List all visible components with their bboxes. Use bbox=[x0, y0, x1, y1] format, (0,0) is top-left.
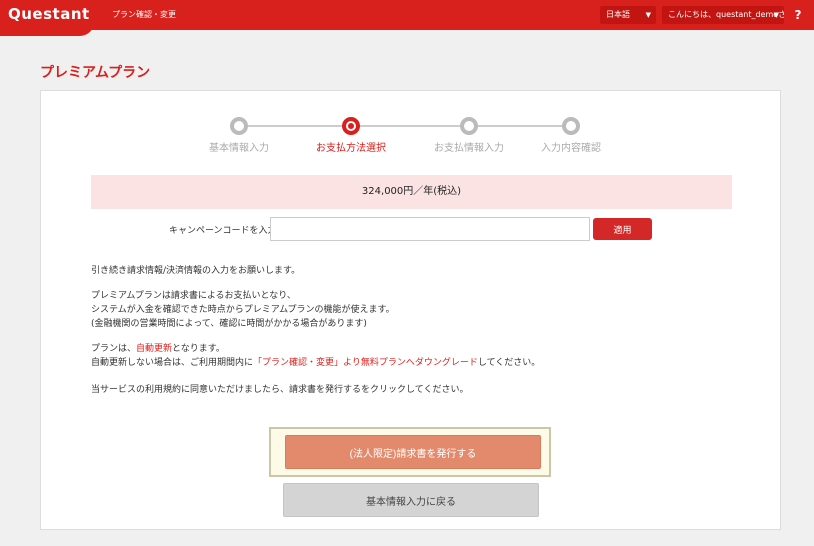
campaign-code-label: キャンペーンコードを入力 bbox=[169, 226, 277, 236]
issue-invoice-button[interactable]: (法人限定)請求書を発行する bbox=[285, 435, 541, 469]
questant-logo[interactable]: Questant bbox=[8, 5, 90, 23]
page-title: プレミアムプラン bbox=[40, 65, 151, 81]
chevron-down-icon: ▼ bbox=[773, 11, 779, 19]
campaign-code-input[interactable] bbox=[270, 217, 590, 241]
step-payment-method: お支払方法選択 bbox=[291, 117, 411, 154]
downgrade-link[interactable]: 「プラン確認・変更」より無料プランへダウングレード bbox=[253, 358, 478, 368]
main-card: 基本情報入力 お支払方法選択 お支払情報入力 入力内容確認 324,000円／年… bbox=[40, 90, 781, 530]
step-label: 基本情報入力 bbox=[209, 143, 269, 154]
apply-button[interactable]: 適用 bbox=[593, 218, 652, 240]
text: してください。 bbox=[477, 358, 541, 368]
message-bank-hours: (金融機関の営業時間によって、確認に時間がかかる場合があります) bbox=[91, 319, 367, 329]
step-dot bbox=[460, 117, 478, 135]
message-downgrade: 自動更新しない場合は、ご利用期間内に「プラン確認・変更」より無料プランへダウング… bbox=[91, 355, 540, 368]
step-dot bbox=[230, 117, 248, 135]
language-value: 日本語 bbox=[606, 10, 630, 19]
nav-plan-link[interactable]: プラン確認・変更 bbox=[112, 9, 176, 20]
step-dot bbox=[562, 117, 580, 135]
step-basic-info: 基本情報入力 bbox=[179, 117, 299, 154]
message-activation: システムが入金を確認できた時点からプレミアムプランの機能が使えます。 bbox=[91, 305, 395, 315]
text: 自動更新しない場合は、ご利用期間内に bbox=[91, 358, 254, 368]
top-bar: Questant プラン確認・変更 日本語 ▼ こんにちは、questant_d… bbox=[0, 0, 814, 36]
user-greeting: こんにちは、questant_demoさん bbox=[668, 10, 784, 19]
language-select[interactable]: 日本語 ▼ bbox=[600, 6, 656, 24]
text: プランは、 bbox=[91, 344, 137, 354]
message-terms: 当サービスの利用規約に同意いただけましたら、請求書を発行するをクリックしてくださ… bbox=[91, 385, 469, 395]
message-auto-renew: プランは、自動更新となります。 bbox=[91, 341, 225, 354]
auto-renew-highlight: 自動更新 bbox=[136, 344, 173, 354]
step-label: 入力内容確認 bbox=[541, 143, 601, 154]
step-label: お支払方法選択 bbox=[316, 143, 386, 154]
message-invoice: プレミアムプランは請求書によるお支払いとなり、 bbox=[91, 291, 296, 301]
chevron-down-icon: ▼ bbox=[645, 11, 651, 19]
back-button[interactable]: 基本情報入力に戻る bbox=[283, 483, 539, 517]
user-menu[interactable]: こんにちは、questant_demoさん ▼ bbox=[662, 6, 784, 24]
help-icon[interactable]: ? bbox=[790, 6, 806, 24]
text: となります。 bbox=[172, 344, 225, 354]
price-banner: 324,000円／年(税込) bbox=[91, 175, 732, 209]
issue-button-highlight: (法人限定)請求書を発行する bbox=[269, 427, 551, 477]
step-dot-active bbox=[342, 117, 360, 135]
logo-tab: Questant bbox=[0, 0, 94, 36]
message-continue: 引き続き請求情報/決済情報の入力をお願いします。 bbox=[91, 266, 301, 276]
step-confirm: 入力内容確認 bbox=[511, 117, 631, 154]
